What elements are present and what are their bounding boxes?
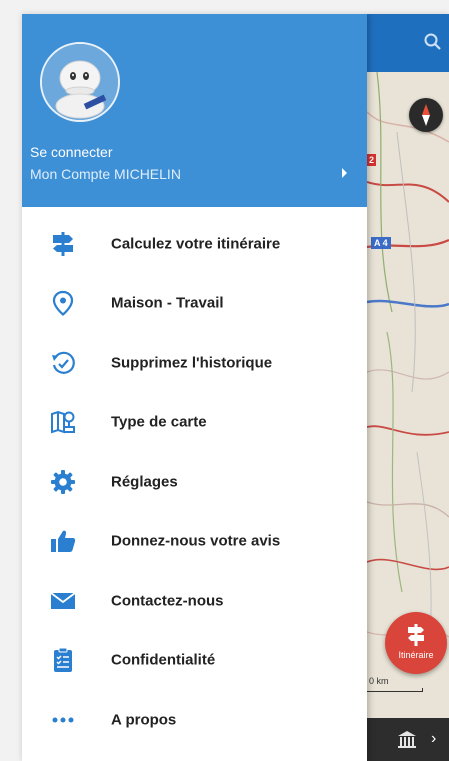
map-scale-label: 0 km (369, 676, 389, 686)
account-label[interactable]: Mon Compte MICHELIN (30, 166, 181, 182)
menu-item-feedback[interactable]: Donnez-nous votre avis (22, 512, 367, 572)
map-scale-bar (367, 688, 423, 692)
signpost-icon (53, 231, 73, 256)
map-type-icon (51, 411, 75, 434)
map-view[interactable]: 2 A 4 Itinéraire 0 km › (367, 14, 449, 761)
menu-item-label: Maison - Travail (111, 294, 224, 312)
location-pin-icon (52, 291, 74, 317)
envelope-icon (50, 592, 76, 609)
menu-item-label: Calculez votre itinéraire (111, 235, 281, 253)
menu-item-settings[interactable]: Réglages (22, 452, 367, 512)
menu-item-label: Donnez-nous votre avis (111, 532, 281, 550)
navigation-drawer: Se connecter Mon Compte MICHELIN Calcule… (22, 14, 367, 761)
menu-item-clear-history[interactable]: Supprimez l'historique (22, 333, 367, 393)
map-bottom-bar: › (367, 718, 449, 761)
more-dots-icon (52, 717, 74, 723)
gear-icon (51, 469, 75, 494)
menu-item-map-type[interactable]: Type de carte (22, 393, 367, 453)
avatar (40, 42, 120, 122)
map-top-bar (367, 14, 449, 72)
thumbs-up-icon (51, 530, 76, 553)
menu-item-label: Supprimez l'historique (111, 354, 273, 372)
menu-item-label: Réglages (111, 473, 178, 491)
road-label-a4: A 4 (371, 237, 391, 249)
itinerary-button-label: Itinéraire (398, 650, 434, 660)
caret-right-icon[interactable] (342, 168, 347, 178)
app-frame: 2 A 4 Itinéraire 0 km › Se connecter Mon… (22, 14, 449, 761)
login-label[interactable]: Se connecter (30, 144, 113, 160)
itinerary-button[interactable]: Itinéraire (385, 612, 447, 674)
menu-item-label: A propos (111, 711, 177, 729)
menu-item-label: Confidentialité (111, 651, 216, 669)
clipboard-icon (54, 647, 72, 673)
search-icon[interactable] (423, 32, 443, 52)
menu-item-label: Contactez-nous (111, 592, 224, 610)
menu-item-about[interactable]: A propos (22, 690, 367, 750)
bibendum-avatar-icon (42, 44, 118, 120)
chevron-right-icon[interactable]: › (431, 730, 436, 748)
signpost-icon (408, 624, 424, 646)
menu-item-itinerary[interactable]: Calculez votre itinéraire (22, 214, 367, 274)
menu-item-contact[interactable]: Contactez-nous (22, 571, 367, 631)
account-header[interactable]: Se connecter Mon Compte MICHELIN (22, 14, 367, 207)
drawer-menu: Calculez votre itinéraire Maison - Trava… (22, 214, 367, 750)
museum-icon[interactable] (397, 730, 417, 750)
menu-item-label: Type de carte (111, 413, 207, 431)
menu-item-home-work[interactable]: Maison - Travail (22, 274, 367, 334)
history-icon (52, 351, 75, 374)
road-label-red: 2 (367, 154, 377, 166)
compass-icon[interactable] (409, 98, 443, 132)
menu-item-privacy[interactable]: Confidentialité (22, 631, 367, 691)
